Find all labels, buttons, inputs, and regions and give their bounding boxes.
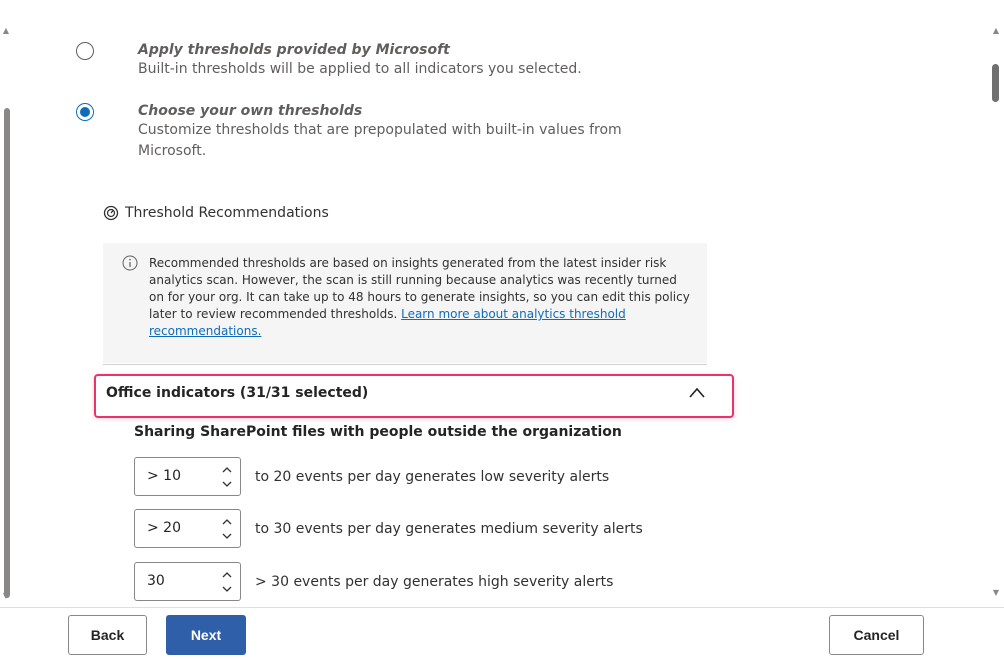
- scroll-down-arrow-icon[interactable]: ▼: [988, 588, 1004, 598]
- back-button[interactable]: Back: [68, 615, 147, 655]
- threshold-recommendations-heading: Threshold Recommendations: [103, 205, 329, 221]
- accordion-title: Office indicators (31/31 selected): [106, 385, 369, 401]
- chevron-up-icon[interactable]: [221, 570, 233, 580]
- stepper-value[interactable]: > 20: [147, 520, 181, 536]
- recommendations-info-box: Recommended thresholds are based on insi…: [103, 243, 707, 363]
- threshold-row-low: > 10 to 20 events per day generates low …: [134, 457, 609, 496]
- scrollbar-thumb[interactable]: [992, 64, 999, 102]
- office-indicators-accordion-header[interactable]: Office indicators (31/31 selected): [94, 374, 734, 418]
- info-icon: [122, 255, 138, 271]
- threshold-description: to 20 events per day generates low sever…: [255, 468, 610, 485]
- threshold-row-medium: > 20 to 30 events per day generates medi…: [134, 509, 643, 548]
- chevron-down-icon[interactable]: [221, 479, 233, 489]
- radio-option-title: Choose your own thresholds: [138, 103, 363, 119]
- radio-option-microsoft-thresholds[interactable]: Apply thresholds provided by Microsoft B…: [76, 41, 678, 80]
- threshold-row-high: 30 > 30 events per day generates high se…: [134, 562, 613, 601]
- cancel-button[interactable]: Cancel: [829, 615, 924, 655]
- threshold-description: > 30 events per day generates high sever…: [255, 573, 614, 590]
- divider: [103, 364, 707, 365]
- stepper-value[interactable]: 30: [147, 573, 165, 589]
- scroll-down-arrow-icon[interactable]: ▼: [0, 591, 12, 601]
- left-scrollbar[interactable]: ▲ ▼: [0, 26, 12, 601]
- next-button[interactable]: Next: [166, 615, 246, 655]
- radio-option-own-thresholds[interactable]: Choose your own thresholds Customize thr…: [76, 102, 678, 162]
- stepper-value[interactable]: > 10: [147, 468, 181, 484]
- threshold-stepper[interactable]: > 10: [134, 457, 241, 496]
- scroll-up-arrow-icon[interactable]: ▲: [988, 26, 1004, 36]
- indicator-title: Sharing SharePoint files with people out…: [134, 424, 622, 440]
- chevron-up-icon[interactable]: [221, 465, 233, 475]
- scrollbar-thumb[interactable]: [4, 108, 10, 598]
- threshold-stepper[interactable]: 30: [134, 562, 241, 601]
- chevron-up-icon[interactable]: [221, 517, 233, 527]
- threshold-description: to 30 events per day generates medium se…: [255, 520, 643, 537]
- content-scroll-area[interactable]: ▲ ▼ ▲ ▼ Apply thresholds provided by Mic…: [0, 0, 1004, 607]
- radio-option-description: Customize thresholds that are prepopulat…: [138, 122, 622, 159]
- gauge-icon: [103, 205, 119, 221]
- chevron-down-icon[interactable]: [221, 584, 233, 594]
- threshold-stepper[interactable]: > 20: [134, 509, 241, 548]
- heading-text: Threshold Recommendations: [125, 205, 329, 221]
- radio-button-selected[interactable]: [76, 103, 94, 121]
- footer-divider: [0, 607, 1004, 608]
- radio-button[interactable]: [76, 42, 94, 60]
- radio-option-title: Apply thresholds provided by Microsoft: [138, 42, 450, 58]
- radio-option-description: Built-in thresholds will be applied to a…: [138, 61, 582, 77]
- chevron-down-icon[interactable]: [221, 531, 233, 541]
- scroll-up-arrow-icon[interactable]: ▲: [0, 26, 12, 36]
- chevron-up-icon[interactable]: [688, 386, 706, 400]
- right-scrollbar[interactable]: ▲ ▼: [988, 26, 1004, 601]
